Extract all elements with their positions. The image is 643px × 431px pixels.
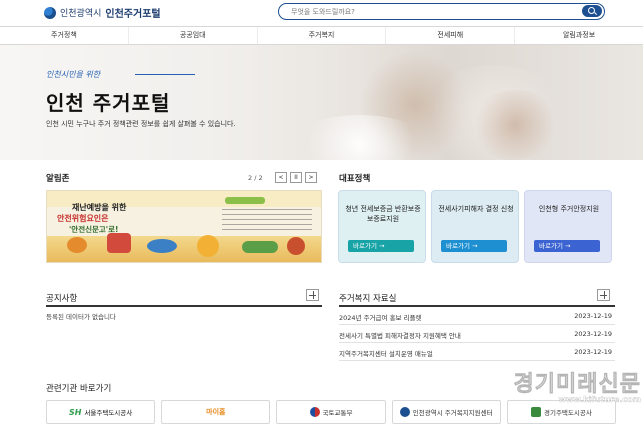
org-link-myhome[interactable]: 마이홈 (161, 400, 271, 424)
page: 인천광역시 인천주거포털 주거정책 공공임대 주거복지 전세피해 알림과정보 인… (0, 0, 643, 431)
banner-illustration-shape (197, 235, 219, 257)
banner-illustration-shape (67, 237, 87, 253)
list-item-date: 2023-12-19 (574, 312, 612, 320)
prev-slide-button[interactable]: < (275, 172, 287, 183)
org-link-molit[interactable]: 국토교통부 (276, 400, 386, 424)
site-header: 인천광역시 인천주거포털 (0, 0, 643, 24)
banner-illustration-shape (107, 233, 131, 253)
policy-card-text: 청년 전세보증금 반환보증 보증료지원 (345, 205, 421, 223)
org-link-incheon-welfare-center[interactable]: 인천광역시 주거복지지원센터 (391, 400, 501, 424)
policy-card-go-button[interactable]: 바로가기 → (534, 240, 600, 252)
org-label: 경기주택도시공사 (543, 409, 592, 417)
watermark-title: 경기미래신문 (513, 372, 641, 398)
policy-card-text: 전세사기피해자 결정 신청 (438, 205, 514, 213)
hero-description: 인천 시민 누구나 주거 정책관련 정보를 쉽게 살펴볼 수 있습니다. (46, 120, 236, 128)
nav-item-housing-welfare[interactable]: 주거복지 (258, 27, 387, 44)
org-label: 국토교통부 (322, 409, 353, 417)
sh-logo-icon: SH (68, 407, 82, 417)
hero-divider (135, 74, 195, 75)
banner-headline-3: '안전신문고'로! (69, 225, 119, 234)
list-item-title[interactable]: 전세사기 특별법 피해자결정자 지원혜택 안내 (339, 330, 461, 340)
banner-headline-1: 재난예방을 위한 (72, 203, 127, 212)
gh-logo-icon (530, 407, 541, 417)
notice-more-plus-icon[interactable] (306, 289, 319, 301)
notice-board-rule (46, 305, 322, 307)
publisher-watermark: 경기미래신문 www.kifuture.com (513, 366, 641, 404)
featured-policy-title: 대표정책 (339, 174, 371, 184)
list-item-title[interactable]: 2024년 주거급여 홍보 리플렛 (339, 312, 422, 322)
welfare-board-title: 주거복지 자료실 (339, 294, 397, 304)
welfare-list: 2024년 주거급여 홍보 리플렛 2023-12-19 전세사기 특별법 피해… (339, 307, 615, 361)
banner-illustration-shape (242, 241, 278, 253)
incheon-logo-icon (399, 407, 410, 417)
list-item[interactable]: 지역주거복지센터 설치운영 매뉴얼 2023-12-19 (339, 343, 615, 361)
policy-card-text: 인천형 주거안정지원 (538, 205, 600, 213)
policy-card-housing-stability: 인천형 주거안정지원 바로가기 → (524, 190, 612, 263)
list-item-date: 2023-12-19 (574, 348, 612, 356)
list-item[interactable]: 전세사기 특별법 피해자결정자 지원혜택 안내 2023-12-19 (339, 325, 615, 343)
related-orgs-title: 관련기관 바로가기 (46, 384, 112, 394)
org-label: 서울주택도시공사 (84, 409, 133, 417)
banner-illustration (47, 236, 321, 262)
portal-label: 인천주거포털 (105, 9, 161, 20)
banner-illustration-shape (147, 239, 177, 253)
incheon-logo-icon (44, 6, 56, 19)
city-label: 인천광역시 (60, 9, 102, 19)
policy-card-youth-deposit: 청년 전세보증금 반환보증 보증료지원 바로가기 → (338, 190, 426, 263)
banner-logo-tag (225, 197, 265, 204)
search-box (278, 3, 605, 20)
hero-photo-blur (470, 90, 560, 160)
nav-item-notices-info[interactable]: 알림과정보 (515, 27, 643, 44)
org-label: 마이홈 (206, 408, 226, 416)
site-logo[interactable]: 인천광역시 인천주거포털 (44, 5, 161, 20)
org-link-sh[interactable]: SH 서울주택도시공사 (46, 400, 156, 424)
notice-empty-message: 등록된 데이터가 없습니다 (46, 313, 116, 321)
notice-banner[interactable]: 재난예방을 위한 안전위험요인은 '안전신문고'로! (46, 190, 322, 263)
banner-illustration-shape (287, 237, 305, 255)
nav-item-housing-policy[interactable]: 주거정책 (0, 27, 129, 44)
list-item-date: 2023-12-19 (574, 330, 612, 338)
list-item[interactable]: 2024년 주거급여 홍보 리플렛 2023-12-19 (339, 307, 615, 325)
hero-subtitle: 인천시민을 위한 (46, 70, 101, 79)
nav-item-jeonse-damage[interactable]: 전세피해 (386, 27, 516, 44)
list-item-title[interactable]: 지역주거복지센터 설치운영 매뉴얼 (339, 348, 433, 358)
next-slide-button[interactable]: > (305, 172, 317, 183)
hero-banner: 인천시민을 위한 인천 주거포털 인천 시민 누구나 주거 정책관련 정보를 쉽… (0, 45, 643, 160)
molit-logo-icon (309, 407, 320, 417)
search-icon[interactable] (582, 5, 602, 17)
main-nav: 주거정책 공공임대 주거복지 전세피해 알림과정보 (0, 26, 643, 45)
pause-slide-button[interactable]: II (290, 172, 302, 183)
banner-headline-2: 안전위험요인은 (57, 214, 109, 223)
notice-zone-title: 알림존 (46, 174, 70, 184)
policy-card-go-button[interactable]: 바로가기 → (348, 240, 414, 252)
org-label: 인천광역시 주거복지지원센터 (412, 409, 493, 417)
search-input[interactable] (291, 5, 571, 18)
policy-card-fraud-victim: 전세사기피해자 결정 신청 바로가기 → (431, 190, 519, 263)
banner-fine-print (222, 209, 312, 233)
notice-board-title: 공지사항 (46, 294, 78, 304)
slide-counter: 2 / 2 (248, 174, 263, 182)
hero-title: 인천 주거포털 (46, 91, 171, 115)
policy-card-go-button[interactable]: 바로가기 → (441, 240, 507, 252)
nav-item-public-rental[interactable]: 공공임대 (129, 27, 258, 44)
welfare-more-plus-icon[interactable] (597, 289, 610, 301)
